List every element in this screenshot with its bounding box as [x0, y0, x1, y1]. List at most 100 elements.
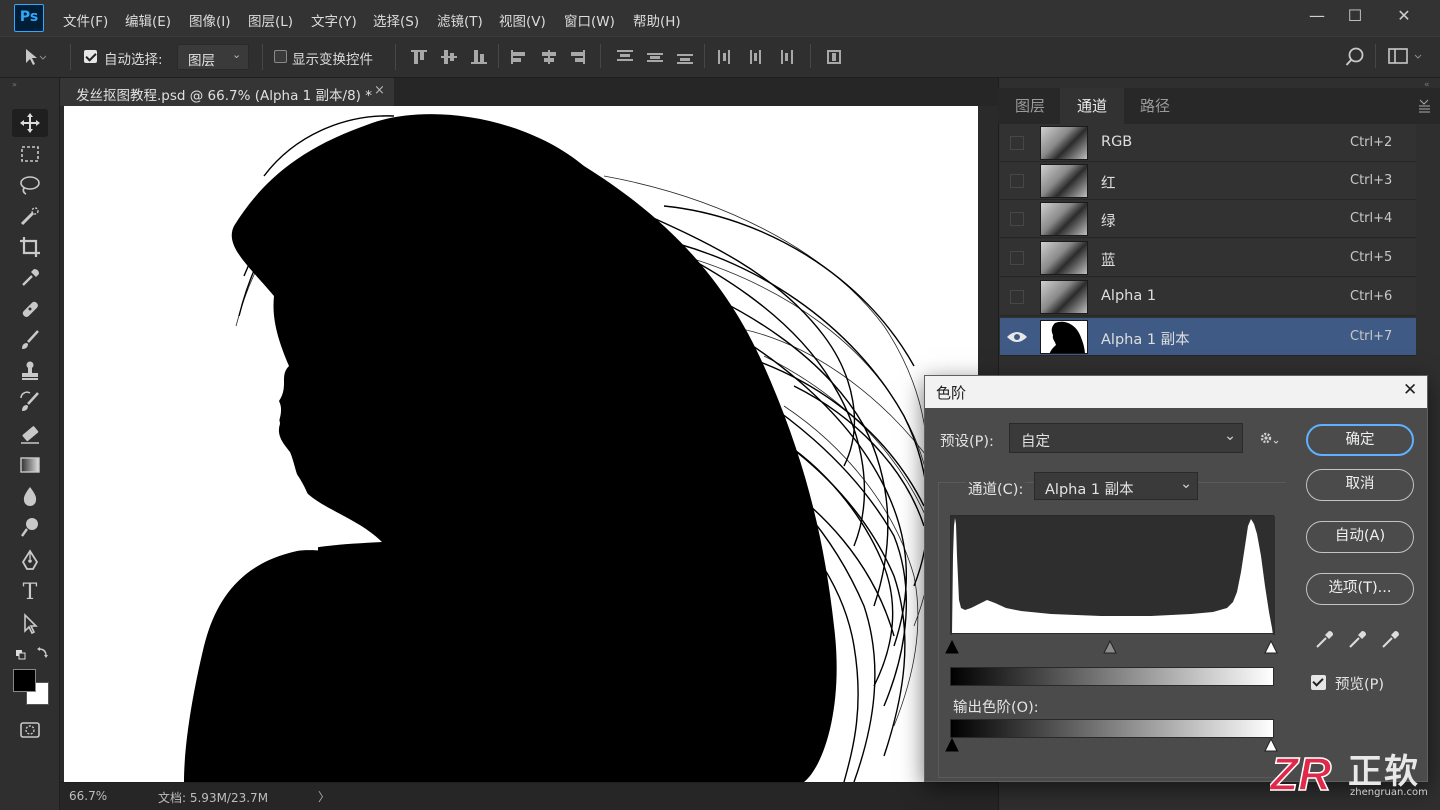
white-point-slider[interactable] [1264, 639, 1278, 654]
swap-colors-icon[interactable] [15, 647, 49, 661]
eye-icon[interactable] [1006, 330, 1028, 344]
photoshop-logo[interactable]: Ps [14, 4, 44, 32]
maximize-button[interactable]: ☐ [1336, 4, 1374, 28]
distribute-right-icon[interactable] [778, 50, 794, 64]
menu-image[interactable]: 图像(I) [189, 10, 231, 30]
align-top-icon[interactable] [411, 50, 427, 64]
visibility-toggle[interactable] [1010, 136, 1024, 150]
quick-mask-icon[interactable] [12, 716, 48, 744]
tab-paths[interactable]: 路径 [1124, 88, 1186, 124]
output-black-slider[interactable] [945, 737, 959, 752]
move-tool-preset-icon[interactable] [22, 47, 47, 67]
status-menu-arrow-icon[interactable]: 〉 [318, 788, 330, 805]
preview-label: 预览(P) [1335, 677, 1385, 693]
distribute-top-icon[interactable] [617, 50, 633, 64]
blur-tool-icon[interactable] [12, 482, 48, 510]
auto-select-label: 自动选择: [104, 52, 163, 68]
options-button[interactable]: 选项(T)... [1306, 573, 1414, 605]
close-tab-icon[interactable]: × [374, 83, 385, 98]
document-tab[interactable]: 发丝抠图教程.psd @ 66.7% (Alpha 1 副本/8) * × [60, 78, 394, 106]
menu-window[interactable]: 窗口(W) [564, 10, 615, 30]
close-icon[interactable]: ✕ [1403, 380, 1417, 400]
preset-dropdown[interactable]: 自定 ⌄ [1009, 423, 1243, 453]
levels-dialog-titlebar[interactable]: 色阶 ✕ [925, 376, 1427, 408]
align-right-icon[interactable] [569, 50, 585, 64]
show-transform-checkbox[interactable] [274, 50, 287, 63]
menu-view[interactable]: 视图(V) [499, 10, 546, 30]
channel-dropdown[interactable]: Alpha 1 副本 ⌄ [1034, 472, 1198, 500]
distribute-left-icon[interactable] [718, 50, 734, 64]
visibility-toggle[interactable] [1010, 174, 1024, 188]
menu-filter[interactable]: 滤镜(T) [437, 10, 483, 30]
dialog-title: 色阶 [936, 384, 967, 402]
visibility-toggle[interactable] [1010, 251, 1024, 265]
zoom-level[interactable]: 66.7% [69, 789, 107, 803]
menu-type[interactable]: 文字(Y) [311, 10, 357, 30]
align-vcenter-icon[interactable] [441, 50, 457, 64]
tab-layers[interactable]: 图层 [1000, 88, 1060, 124]
white-eyedropper-icon[interactable] [1380, 628, 1402, 650]
visibility-toggle[interactable] [1010, 212, 1024, 226]
align-hcenter-icon[interactable] [541, 50, 557, 64]
history-brush-tool-icon[interactable] [12, 388, 48, 416]
workspace-icon[interactable] [1388, 48, 1424, 66]
crop-tool-icon[interactable] [12, 233, 48, 261]
chevron-down-icon: ⌄ [232, 48, 242, 61]
type-tool-icon[interactable]: T [12, 579, 48, 607]
auto-select-target-dropdown[interactable]: 图层 ⌄ [177, 44, 249, 70]
auto-align-icon[interactable] [827, 50, 843, 64]
dodge-tool-icon[interactable] [12, 513, 48, 541]
black-point-slider[interactable] [945, 639, 959, 654]
gray-eyedropper-icon[interactable] [1347, 628, 1369, 650]
gradient-tool-icon[interactable] [12, 451, 48, 479]
preset-options-gear-icon[interactable] [1258, 430, 1280, 446]
midtone-slider[interactable] [1103, 639, 1117, 654]
minimize-button[interactable]: — [1298, 4, 1336, 28]
pen-tool-icon[interactable] [12, 547, 48, 575]
channel-thumbnail [1040, 320, 1088, 354]
divider [810, 44, 811, 68]
collapse-handle-icon[interactable]: » [12, 80, 20, 89]
tab-channels[interactable]: 通道 [1060, 88, 1124, 124]
auto-select-checkbox[interactable] [84, 50, 97, 63]
distribute-bottom-icon[interactable] [677, 50, 693, 64]
menu-select[interactable]: 选择(S) [373, 10, 419, 30]
eraser-tool-icon[interactable] [12, 420, 48, 448]
svg-text:ZR: ZR [1270, 748, 1331, 798]
menu-help[interactable]: 帮助(H) [633, 10, 681, 30]
visibility-toggle[interactable] [1010, 290, 1024, 304]
panel-collapse-icon[interactable]: « [1424, 80, 1434, 90]
path-selection-tool-icon[interactable] [12, 610, 48, 638]
black-eyedropper-icon[interactable] [1314, 628, 1336, 650]
distribute-hcenter-icon[interactable] [748, 50, 764, 64]
ok-button[interactable]: 确定 [1306, 424, 1414, 456]
preview-checkbox[interactable] [1311, 675, 1326, 690]
move-tool-icon[interactable] [12, 109, 48, 137]
menu-file[interactable]: 文件(F) [63, 10, 108, 30]
panel-menu-icon[interactable] [1418, 96, 1432, 114]
align-left-icon[interactable] [511, 50, 527, 64]
distribute-vcenter-icon[interactable] [647, 50, 663, 64]
quick-selection-tool-icon[interactable] [12, 202, 48, 230]
foreground-color-swatch[interactable] [13, 669, 36, 692]
chevron-down-icon: ⌄ [1224, 428, 1237, 444]
document-size-info: 文档: 5.93M/23.7M [158, 791, 269, 805]
eyedropper-tool-icon[interactable] [12, 264, 48, 292]
clone-stamp-tool-icon[interactable] [12, 357, 48, 385]
auto-button[interactable]: 自动(A) [1306, 521, 1414, 553]
menu-edit[interactable]: 编辑(E) [125, 10, 171, 30]
show-transform-label: 显示变换控件 [292, 52, 373, 68]
close-window-button[interactable]: ✕ [1385, 4, 1423, 28]
watermark-text: 正软 [1348, 752, 1420, 792]
menu-layer[interactable]: 图层(L) [248, 10, 293, 30]
cancel-button[interactable]: 取消 [1306, 469, 1414, 501]
align-bottom-icon[interactable] [471, 50, 487, 64]
brush-tool-icon[interactable] [12, 326, 48, 354]
healing-brush-tool-icon[interactable] [12, 295, 48, 323]
search-icon[interactable] [1344, 46, 1366, 68]
auto-select-target-value: 图层 [188, 53, 215, 69]
document-canvas[interactable] [64, 106, 978, 782]
divider [262, 44, 263, 70]
marquee-tool-icon[interactable] [12, 140, 48, 168]
lasso-tool-icon[interactable] [12, 171, 48, 199]
